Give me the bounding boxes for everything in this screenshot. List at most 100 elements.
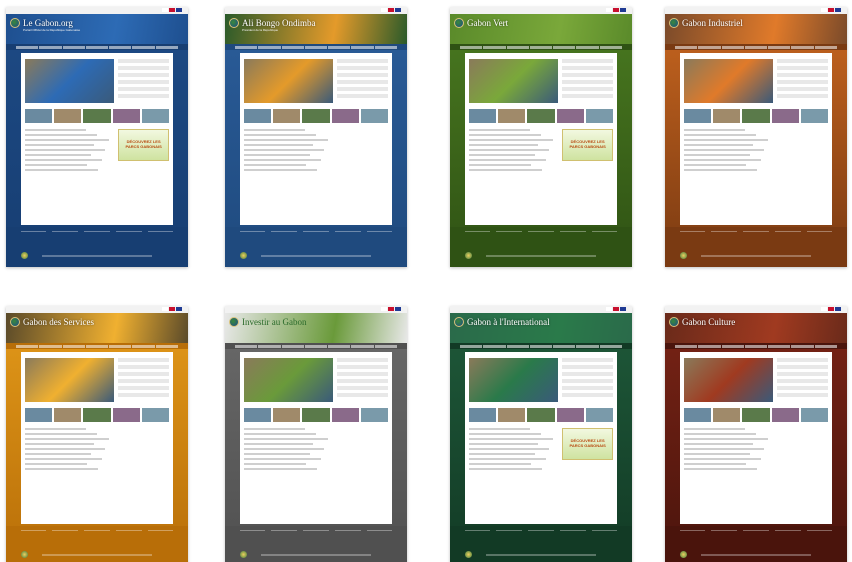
nav-item[interactable] [16, 344, 39, 348]
sector-link[interactable] [337, 372, 388, 376]
nav-item[interactable] [109, 344, 132, 348]
sector-link[interactable] [777, 66, 828, 70]
footer-column[interactable] [806, 530, 833, 548]
nav-item[interactable] [351, 45, 374, 49]
gabon-coat-of-arms-icon[interactable] [669, 317, 679, 327]
sector-link[interactable] [562, 379, 613, 383]
language-flag-icon[interactable] [620, 307, 626, 311]
sector-link[interactable] [562, 372, 613, 376]
footer-column[interactable] [303, 231, 329, 249]
news-thumbnail[interactable] [141, 408, 169, 422]
sector-link[interactable] [118, 372, 169, 376]
sector-link[interactable] [337, 59, 388, 63]
sector-link[interactable] [777, 372, 828, 376]
sector-link[interactable] [777, 59, 828, 63]
sector-link[interactable] [337, 365, 388, 369]
footer-column[interactable] [115, 231, 142, 249]
news-thumbnail[interactable] [585, 408, 613, 422]
sector-link[interactable] [777, 87, 828, 91]
news-thumbnail[interactable] [800, 109, 828, 123]
nav-item[interactable] [281, 45, 304, 49]
news-thumbnail[interactable] [331, 408, 359, 422]
news-thumbnail[interactable] [360, 109, 388, 123]
footer-column[interactable] [559, 530, 586, 548]
sector-link[interactable] [337, 73, 388, 77]
sector-link[interactable] [777, 358, 828, 362]
footer-column[interactable] [334, 530, 361, 548]
language-flag-icon[interactable] [821, 8, 827, 12]
nav-item[interactable] [698, 344, 721, 348]
sector-link[interactable] [118, 66, 169, 70]
featured-image[interactable] [684, 358, 773, 402]
news-thumbnail[interactable] [244, 408, 272, 422]
footer-column[interactable] [20, 530, 47, 548]
sector-link[interactable] [562, 393, 613, 397]
footer-column[interactable] [239, 530, 266, 548]
news-thumbnail[interactable] [54, 109, 82, 123]
footer-bottom-links[interactable] [261, 255, 371, 257]
nav-item[interactable] [374, 344, 397, 348]
nav-item[interactable] [576, 45, 599, 49]
news-thumbnail[interactable] [556, 109, 584, 123]
sector-link[interactable] [118, 386, 169, 390]
language-flag-icon[interactable] [395, 307, 401, 311]
sector-link[interactable] [118, 59, 169, 63]
footer-column[interactable] [591, 231, 618, 249]
nav-item[interactable] [553, 45, 576, 49]
sector-link[interactable] [118, 80, 169, 84]
news-thumbnail[interactable] [684, 109, 712, 123]
sector-link[interactable] [777, 393, 828, 397]
site-mockup-card[interactable]: Investir au Gabon [225, 306, 407, 562]
footer-column[interactable] [743, 530, 769, 548]
gabon-coat-of-arms-icon[interactable] [669, 18, 679, 28]
sector-link[interactable] [777, 379, 828, 383]
language-flag-icon[interactable] [613, 8, 619, 12]
sector-link[interactable] [777, 365, 828, 369]
sector-link[interactable] [118, 365, 169, 369]
nav-item[interactable] [506, 45, 529, 49]
footer-bottom-links[interactable] [261, 554, 371, 556]
nav-item[interactable] [460, 45, 483, 49]
news-thumbnail[interactable] [713, 109, 741, 123]
footer-column[interactable] [679, 231, 706, 249]
news-thumbnail[interactable] [25, 109, 53, 123]
sector-link[interactable] [562, 66, 613, 70]
gabon-coat-of-arms-icon[interactable] [10, 18, 20, 28]
nav-item[interactable] [328, 45, 351, 49]
nav-item[interactable] [721, 344, 744, 348]
news-thumbnail[interactable] [244, 109, 272, 123]
sector-link[interactable] [337, 358, 388, 362]
nav-item[interactable] [281, 344, 304, 348]
language-flag-icon[interactable] [388, 8, 394, 12]
sector-link[interactable] [337, 393, 388, 397]
footer-column[interactable] [496, 231, 523, 249]
news-thumbnail[interactable] [469, 408, 497, 422]
news-thumbnail[interactable] [684, 408, 712, 422]
nav-item[interactable] [599, 45, 622, 49]
nav-item[interactable] [62, 344, 85, 348]
nav-item[interactable] [483, 344, 506, 348]
sector-link[interactable] [118, 87, 169, 91]
nav-item[interactable] [351, 344, 374, 348]
nav-item[interactable] [132, 45, 155, 49]
nav-item[interactable] [304, 45, 328, 49]
news-thumbnail[interactable] [742, 109, 770, 123]
footer-column[interactable] [52, 231, 79, 249]
sector-link[interactable] [777, 80, 828, 84]
sector-link[interactable] [562, 87, 613, 91]
nav-item[interactable] [62, 45, 85, 49]
featured-image[interactable] [25, 358, 114, 402]
nav-item[interactable] [576, 344, 599, 348]
language-flag-icon[interactable] [613, 307, 619, 311]
sector-link[interactable] [118, 379, 169, 383]
news-thumbnail[interactable] [273, 408, 301, 422]
language-flag-icon[interactable] [620, 8, 626, 12]
news-thumbnail[interactable] [112, 109, 140, 123]
gabon-coat-of-arms-icon[interactable] [10, 317, 20, 327]
news-thumbnail[interactable] [742, 408, 770, 422]
footer-column[interactable] [528, 231, 554, 249]
footer-column[interactable] [464, 530, 491, 548]
sector-link[interactable] [562, 365, 613, 369]
featured-image[interactable] [244, 59, 333, 103]
news-thumbnail[interactable] [302, 408, 330, 422]
